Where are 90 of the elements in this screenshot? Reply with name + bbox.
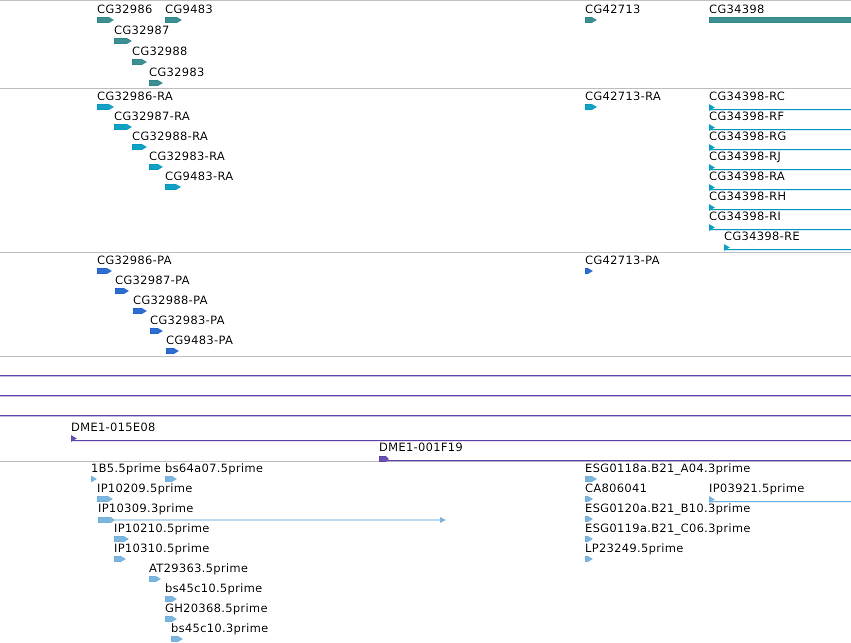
feature-arrow[interactable] [165,616,177,622]
feature-label: CG32986-PA [97,254,172,267]
feature-label: CG9483 [165,3,214,16]
feature-label: IP10310.5prime [114,542,210,555]
feature-arrow[interactable] [114,556,126,562]
feature-label: CG32988-RA [132,130,208,143]
feature-label: CG32988 [132,45,188,58]
feature-label: ESG0120a.B21_B10.3prime [585,502,751,515]
feature-label: CG34398-RJ [709,150,782,163]
feature-arrow[interactable] [115,288,129,294]
feature-arrow[interactable] [97,104,114,110]
feature-label: CG32987 [114,24,170,37]
feature-line[interactable] [709,104,851,111]
feature-label: CG34398-RI [709,210,782,223]
feature-label: IP10209.5prime [97,482,193,495]
feature-line[interactable] [709,184,851,191]
feature-arrow[interactable] [585,536,593,542]
feature-label: GH20368.5prime [165,602,268,615]
feature-arrow[interactable] [132,144,147,150]
feature-arrow[interactable] [97,17,114,23]
feature-line[interactable] [709,124,851,131]
feature-label: IP10309.3prime [98,502,194,515]
feature-line[interactable] [0,375,851,377]
feature-arrow[interactable] [149,164,163,170]
feature-label: CG9483-PA [166,334,234,347]
feature-label: CG32983 [149,66,205,79]
feature-arrow[interactable] [171,636,183,642]
feature-label: IP10210.5prime [114,522,210,535]
feature-arrow[interactable] [149,576,161,582]
feature-line[interactable] [724,244,851,251]
feature-label: CG32983-PA [150,314,225,327]
feature-label: CG32986-RA [97,90,174,103]
feature-line[interactable] [709,204,851,211]
feature-label: IP03921.5prime [709,482,805,495]
feature-arrow[interactable] [585,268,593,274]
feature-arrow[interactable] [97,496,113,502]
feature-arrow[interactable] [165,184,181,190]
feature-label: CG42713 [585,3,641,16]
feature-label: CG34398-RH [709,190,786,203]
feature-arrow[interactable] [165,17,182,23]
feature-label: DME1-001F19 [379,441,464,454]
feature-line[interactable] [0,395,851,397]
feature-label: CG34398-RF [709,110,784,123]
feature-label: CG34398-RA [709,170,786,183]
feature-arrow[interactable] [114,38,132,44]
feature-line[interactable] [0,415,851,417]
feature-arrow[interactable] [585,556,593,562]
feature-line[interactable] [709,144,851,151]
feature-label: DME1-015E08 [71,421,156,434]
feature-arrow[interactable] [114,124,132,130]
feature-label: ESG0118a.B21_A04.3prime [585,462,751,475]
feature-label: CG32988-PA [133,294,208,307]
feature-label: bs64a07.5prime [165,462,264,475]
feature-label: CG34398-RG [709,130,787,143]
feature-arrow[interactable] [91,476,97,482]
feature-label: CG32983-RA [149,150,226,163]
feature-label: ESG0119a.B21_C06.3prime [585,522,751,535]
feature-arrow[interactable] [132,59,147,65]
feature-label: CG32987-PA [115,274,190,287]
feature-line[interactable] [709,224,851,231]
feature-arrow[interactable] [165,596,177,602]
feature-arrow[interactable] [585,104,597,110]
feature-label: bs45c10.3prime [171,622,269,635]
feature-label: CG32987-RA [114,110,190,123]
feature-label: CG32986 [97,3,153,16]
feature-arrow[interactable] [150,328,163,334]
feature-arrow[interactable] [585,476,597,482]
feature-line[interactable] [379,455,851,462]
feature-label: CA806041 [585,482,648,495]
feature-label: AT29363.5prime [149,562,248,575]
feature-arrow[interactable] [149,80,163,86]
feature-arrow[interactable] [166,348,179,354]
feature-arrow[interactable] [585,496,593,502]
feature-label: CG34398-RE [724,230,800,243]
feature-label: CG34398 [709,3,765,16]
feature-label: bs45c10.5prime [165,582,263,595]
feature-line[interactable] [709,164,851,171]
feature-label: CG42713-PA [585,254,660,267]
feature-label: LP23249.5prime [585,542,684,555]
feature-label: CG9483-RA [165,170,234,183]
feature-arrow[interactable] [114,536,129,542]
feature-line[interactable] [71,435,851,442]
feature-arrow[interactable] [133,308,147,314]
feature-label: CG34398-RC [709,90,786,103]
feature-arrow[interactable] [585,17,597,23]
feature-arrow[interactable] [585,516,593,522]
feature-arrow[interactable] [165,476,177,482]
feature-label: 1B5.5prime [91,462,161,475]
feature-label: CG42713-RA [585,90,662,103]
feature-arrow[interactable] [97,268,112,274]
